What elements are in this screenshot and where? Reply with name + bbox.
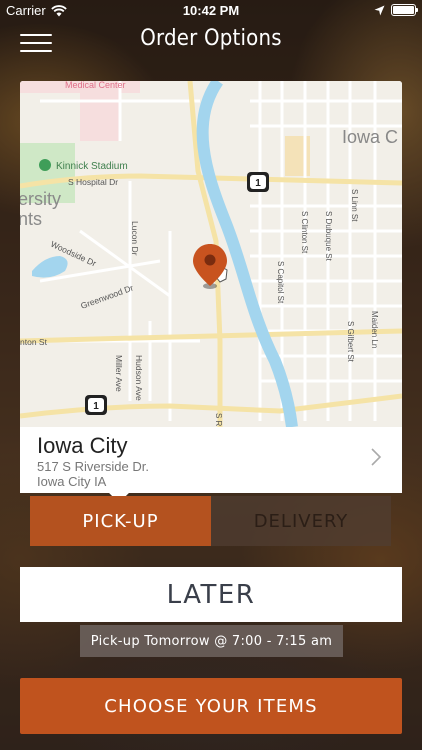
map-label-benton: nton St [20,337,48,347]
map-label-maiden: Maiden Ln [370,311,379,348]
map-label-iowa-city: Iowa C [342,127,398,147]
highway-shield-icon: 1 [247,172,269,192]
status-time: 10:42 PM [182,3,240,18]
map-label-miller: Miller Ave [114,355,124,392]
map-label-linn: S Linn St [350,189,359,222]
navigation-bar: Order Options [0,22,422,62]
map-label-dubuque: S Dubuque St [324,211,333,262]
choose-your-items-button[interactable]: CHOOSE YOUR ITEMS [20,678,402,734]
status-bar: Carrier 10:42 PM [0,0,422,22]
map-label-university-1: ersity [20,189,61,209]
chevron-right-icon[interactable] [370,447,382,467]
svg-text:1: 1 [255,178,261,189]
location-address-line2: Iowa City IA [37,474,107,489]
battery-icon [391,4,418,16]
status-right [374,4,418,16]
map-label-hospital-dr: S Hospital Dr [68,177,118,187]
pickup-time-label: Pick-up Tomorrow @ 7:00 - 7:15 am [80,625,343,657]
later-button[interactable]: LATER [20,567,402,622]
location-name: Iowa City [37,433,128,458]
map-label-hudson: Hudson Ave [134,355,144,401]
location-address-line1: 517 S Riverside Dr. [37,459,149,474]
map-label-riverside: S R [214,413,223,427]
delivery-tab[interactable]: DELIVERY [211,496,391,546]
battery-level [393,6,414,14]
map-label-clinton: S Clinton St [300,211,309,254]
pickup-tab[interactable]: PICK-UP [30,496,211,546]
kinnick-marker [39,159,51,171]
map-graphic: Medical Center Kinnick Stadium S Hospita… [20,81,402,427]
highway-shield-icon: 1 [85,395,107,415]
map-label-medical: Medical Center [65,81,126,90]
map-label-lucon: Lucon Dr [130,221,140,256]
location-details[interactable]: Iowa City 517 S Riverside Dr. Iowa City … [20,427,402,493]
svg-text:1: 1 [93,401,99,412]
map-label-university-2: nts [20,209,42,229]
map-label-gilbert: S Gilbert St [346,321,355,363]
location-card[interactable]: Medical Center Kinnick Stadium S Hospita… [20,81,402,503]
map-view[interactable]: Medical Center Kinnick Stadium S Hospita… [20,81,402,427]
page-title: Order Options [140,26,282,51]
map-label-kinnick: Kinnick Stadium [56,161,128,172]
location-arrow-icon [374,5,385,15]
map-label-capitol: S Capitol St [276,261,285,304]
